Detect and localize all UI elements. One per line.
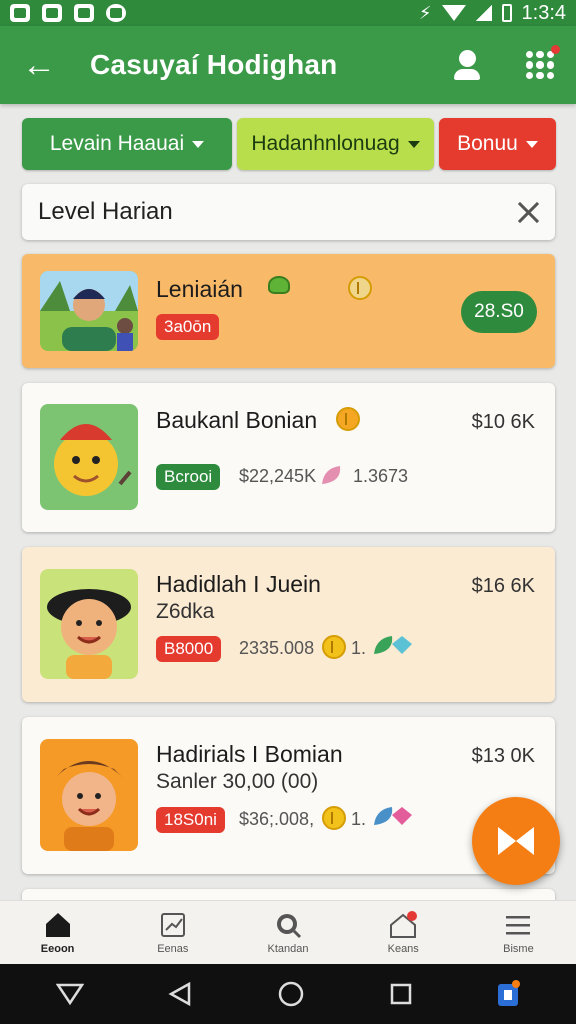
user-icon[interactable] [452, 50, 482, 80]
status-badge: 18S0ni [156, 807, 225, 833]
chevron-down-icon [525, 140, 538, 148]
bowtie-icon [498, 827, 534, 855]
status-bar: ⚡ 1:3:4 [0, 0, 576, 26]
app-notification-icon [74, 4, 94, 22]
leaf-icon [322, 466, 341, 484]
status-badge: Bcrooi [156, 464, 221, 490]
coin-icon [322, 806, 346, 830]
coin-icon [336, 407, 360, 431]
filter-label: Levain Haauai [49, 132, 185, 155]
filter-bar: Levain Haauai Hadanhnlonuag Bonuu [22, 118, 556, 170]
item-count: 1. [351, 809, 367, 829]
item-amount: $22,245K [239, 466, 317, 486]
list-item[interactable]: Leniaián 3a0ōn 28.S0 [22, 254, 555, 368]
list-item[interactable]: Baukanl Bonian $10 6K Bcrooi $22,245K 1.… [22, 383, 555, 532]
avatar [40, 739, 138, 851]
menu-icon [506, 916, 531, 935]
apps-grid-icon[interactable] [526, 45, 560, 79]
item-price: $16 6K [471, 575, 535, 597]
notification-icons [10, 4, 126, 22]
home-circle-icon[interactable] [277, 980, 305, 1008]
coin-icon [348, 276, 372, 300]
floating-action-button[interactable] [472, 797, 560, 885]
gem-icon [392, 636, 412, 654]
price-pill[interactable]: 28.S0 [461, 291, 537, 333]
turtle-icon [268, 276, 290, 294]
chevron-down-icon [407, 140, 420, 148]
system-navigation-bar [0, 964, 576, 1024]
filter-label: Bonuu [457, 132, 518, 155]
item-price: $13 0K [471, 745, 535, 767]
avatar [40, 404, 138, 510]
nav-label: Eeoon [40, 943, 75, 955]
item-title: Hadidlah I Juein [156, 571, 321, 597]
item-count: 1.3673 [353, 466, 409, 486]
search-input[interactable]: Level Harian [38, 198, 517, 226]
list-item[interactable]: Hadidlah I Juein Z6dka $16 6K B8000 2335… [22, 547, 555, 702]
nav-label: Keans [387, 943, 419, 955]
status-badge: 3a0ōn [156, 314, 220, 340]
assistant-icon[interactable] [55, 982, 84, 1006]
coin-icon [322, 635, 346, 659]
battery-icon [501, 4, 512, 22]
item-title: Hadirials I Bomian [156, 741, 343, 767]
nav-item-menu[interactable]: Bisme [461, 901, 576, 964]
gem-icon [392, 807, 412, 825]
chevron-down-icon [192, 140, 205, 148]
page-title: Casuyaí Hodighan [90, 49, 338, 80]
avatar [40, 271, 138, 351]
home-icon [45, 913, 70, 937]
nav-item-home[interactable]: Eeoon [0, 901, 115, 964]
back-icon[interactable] [167, 981, 193, 1007]
vibrate-icon: ⚡ [418, 2, 432, 23]
recents-icon[interactable] [389, 982, 413, 1006]
nav-item-rewards[interactable]: Keans [346, 901, 461, 964]
wifi-icon [441, 5, 466, 21]
item-amount: $36;.008, [239, 809, 315, 829]
mail-notification-icon [42, 4, 62, 22]
avatar [40, 569, 138, 679]
back-arrow-icon[interactable]: ← [22, 46, 62, 85]
item-subtitle: Sanler 30,00 (00) [156, 770, 319, 793]
item-count: 1. [351, 638, 367, 658]
item-price: $10 6K [471, 411, 535, 433]
nav-item-search[interactable]: Ktandan [230, 901, 345, 964]
clock: 1:3:4 [521, 1, 566, 24]
signal-icon [475, 5, 492, 21]
item-amount: 2335.008 [239, 638, 315, 658]
app-bar: ← Casuyaí Hodighan [0, 26, 576, 104]
search-icon [277, 914, 302, 939]
close-icon[interactable] [517, 201, 539, 223]
notification-dot [551, 45, 560, 54]
status-badge: B8000 [156, 636, 222, 662]
filter-label: Hadanhnlonuag [251, 132, 400, 155]
search-field[interactable]: Level Harian [22, 184, 555, 240]
house-badge-icon [390, 911, 418, 938]
filter-dropdown-hadiah[interactable]: Hadanhnlonuag [237, 118, 434, 170]
filter-dropdown-level[interactable]: Levain Haauai [22, 118, 232, 170]
nav-label: Ktandan [267, 943, 309, 955]
nav-item-list[interactable]: Eenas [115, 901, 230, 964]
image-notification-icon [10, 4, 30, 22]
bottom-navigation: Eeoon Eenas Ktandan Keans Bisme [0, 900, 576, 964]
nav-label: Eenas [157, 943, 189, 955]
document-icon [160, 913, 185, 937]
app-shortcut-icon[interactable] [496, 980, 521, 1008]
compass-notification-icon [106, 4, 126, 22]
item-title: Leniaián [156, 276, 243, 302]
item-title: Baukanl Bonian [156, 407, 318, 433]
item-subtitle: Z6dka [156, 600, 215, 623]
filter-dropdown-bonus[interactable]: Bonuu [439, 118, 556, 170]
nav-label: Bisme [503, 943, 534, 955]
